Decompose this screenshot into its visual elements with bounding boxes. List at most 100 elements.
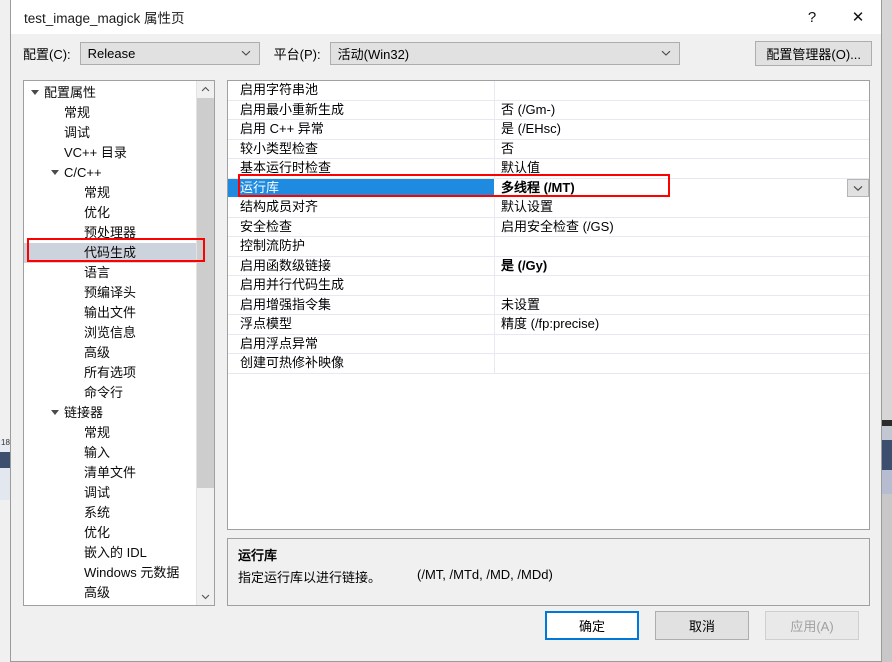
property-row[interactable]: 基本运行时检查 默认值 [228, 159, 869, 179]
tree-item-label: 常规 [64, 105, 91, 120]
tree-item-0[interactable]: 配置属性 [24, 83, 197, 103]
configuration-bar: 配置(C): Release 平台(P): 活动(Win32) 配置管理器(O)… [11, 34, 881, 72]
property-value: 启用安全检查 (/GS) [501, 218, 614, 234]
tree-item-19[interactable]: 清单文件 [24, 463, 197, 483]
property-value: 否 [501, 140, 515, 156]
property-row[interactable]: 启用字符串池 [228, 81, 869, 101]
dialog-title: test_image_magick 属性页 [24, 11, 185, 26]
property-name: 安全检查 [240, 218, 293, 234]
tree-item-label: 高级 [84, 345, 111, 360]
tree-item-label: 浏览信息 [84, 325, 137, 340]
description-panel: 运行库 指定运行库以进行链接。 (/MT, /MTd, /MD, /MDd) [227, 538, 870, 606]
tree-item-7[interactable]: 预处理器 [24, 223, 197, 243]
property-row[interactable]: 启用增强指令集 未设置 [228, 295, 869, 315]
tree-item-label: 输入 [84, 445, 111, 460]
apply-button[interactable]: 应用(A) [765, 611, 859, 640]
close-icon[interactable]: ✕ [835, 0, 881, 34]
tree-item-11[interactable]: 输出文件 [24, 303, 197, 323]
tree-item-4[interactable]: C/C++ [24, 163, 197, 183]
property-value: 是 (/Gy) [501, 257, 548, 273]
dialog-body: 配置属性 常规 调试 VC++ 目录 C/C++ 常规 优化 预处理器 代码生成 语言 预编译头 输出… [11, 72, 881, 606]
property-value: 否 (/Gm-) [501, 101, 556, 117]
property-row[interactable]: 创建可热修补映像 [228, 354, 869, 374]
tree-item-13[interactable]: 高级 [24, 343, 197, 363]
tree-item-9[interactable]: 语言 [24, 263, 197, 283]
property-value: 未设置 [501, 296, 541, 312]
config-label: 配置(C): [23, 46, 71, 62]
properties-tree: 配置属性 常规 调试 VC++ 目录 C/C++ 常规 优化 预处理器 代码生成 语言 预编译头 输出… [24, 83, 197, 603]
chevron-down-icon [661, 50, 671, 56]
tree-item-24[interactable]: Windows 元数据 [24, 563, 197, 583]
expand-arrow-icon[interactable] [51, 170, 59, 175]
configuration-manager-button[interactable]: 配置管理器(O)... [755, 40, 872, 66]
property-row[interactable]: 启用函数级链接 是 (/Gy) [228, 256, 869, 276]
property-row[interactable]: 安全检查 启用安全检查 (/GS) [228, 217, 869, 237]
tree-item-10[interactable]: 预编译头 [24, 283, 197, 303]
tree-item-label: 代码生成 [84, 245, 137, 260]
tree-item-3[interactable]: VC++ 目录 [24, 143, 197, 163]
property-name: 较小类型检查 [240, 140, 319, 156]
property-value: 默认设置 [501, 199, 554, 214]
config-dropdown[interactable]: Release [79, 41, 260, 65]
property-value: 多线程 (/MT) [495, 178, 869, 197]
property-row[interactable]: 启用 C++ 异常 是 (/EHsc) [228, 120, 869, 140]
tree-item-12[interactable]: 浏览信息 [24, 323, 197, 343]
property-row[interactable]: 启用并行代码生成 [228, 276, 869, 296]
property-value-dropdown-button[interactable] [847, 178, 869, 197]
tree-item-8[interactable]: 代码生成 [24, 243, 197, 263]
tree-item-2[interactable]: 调试 [24, 123, 197, 143]
chevron-down-icon [241, 50, 251, 56]
background-left-label: 18 [1, 438, 10, 447]
tree-item-label: 链接器 [64, 405, 104, 420]
property-row[interactable]: 启用最小重新生成 否 (/Gm-) [228, 100, 869, 120]
property-value [495, 354, 869, 373]
help-icon[interactable]: ? [789, 0, 835, 34]
tree-item-1[interactable]: 常规 [24, 103, 197, 123]
property-name: 创建可热修补映像 [240, 355, 345, 370]
property-row[interactable]: 结构成员对齐 默认设置 [228, 198, 869, 218]
platform-label: 平台(P): [273, 46, 321, 62]
description-title: 运行库 [238, 548, 278, 563]
property-name: 启用 C++ 异常 [240, 121, 324, 136]
tree-item-22[interactable]: 优化 [24, 523, 197, 543]
tree-item-label: 优化 [84, 525, 111, 540]
property-pages-dialog: test_image_magick 属性页 ? ✕ 配置(C): Release… [10, 0, 882, 662]
titlebar-buttons: ? ✕ [789, 0, 881, 34]
cancel-button[interactable]: 取消 [655, 611, 749, 640]
property-grid: 启用字符串池启用最小重新生成 否 (/Gm-) 启用 C++ 异常 是 (/EHsc)… [227, 80, 870, 530]
property-value: 精度 (/fp:precise) [501, 316, 600, 331]
tree-item-15[interactable]: 命令行 [24, 383, 197, 403]
desktop-background: 18 test_image_magick 属性页 ? ✕ 配置(C): Rele… [0, 0, 892, 662]
tree-item-20[interactable]: 调试 [24, 483, 197, 503]
property-name: 启用最小重新生成 [240, 101, 345, 117]
tree-scrollbar-thumb[interactable] [197, 98, 214, 488]
tree-item-label: 系统 [84, 505, 111, 520]
expand-arrow-icon[interactable] [31, 90, 39, 95]
dialog-titlebar: test_image_magick 属性页 ? ✕ [11, 0, 881, 34]
tree-item-14[interactable]: 所有选项 [24, 363, 197, 383]
tree-item-23[interactable]: 嵌入的 IDL [24, 543, 197, 563]
scroll-up-icon[interactable] [197, 81, 214, 98]
property-row[interactable]: 较小类型检查 否 [228, 139, 869, 159]
property-row[interactable]: 启用浮点异常 [228, 334, 869, 354]
property-row-selected[interactable]: 运行库 多线程 (/MT) [228, 178, 869, 198]
config-dropdown-value: Release [87, 45, 136, 61]
tree-item-label: C/C++ [64, 165, 102, 180]
expand-arrow-icon[interactable] [51, 410, 59, 415]
chevron-down-icon [853, 185, 863, 191]
tree-item-5[interactable]: 常规 [24, 183, 197, 203]
property-name: 启用字符串池 [240, 82, 319, 97]
tree-item-21[interactable]: 系统 [24, 503, 197, 523]
property-row[interactable]: 浮点模型 精度 (/fp:precise) [228, 315, 869, 335]
property-row[interactable]: 控制流防护 [228, 237, 869, 257]
tree-item-17[interactable]: 常规 [24, 423, 197, 443]
tree-item-16[interactable]: 链接器 [24, 403, 197, 423]
platform-dropdown[interactable]: 活动(Win32) [329, 41, 680, 65]
tree-item-18[interactable]: 输入 [24, 443, 197, 463]
tree-item-6[interactable]: 优化 [24, 203, 197, 223]
property-value [495, 335, 869, 354]
ok-button[interactable]: 确定 [545, 611, 639, 640]
tree-item-label: 调试 [84, 485, 111, 500]
property-name: 启用函数级链接 [240, 257, 332, 273]
tree-scrollbar[interactable] [196, 81, 214, 605]
